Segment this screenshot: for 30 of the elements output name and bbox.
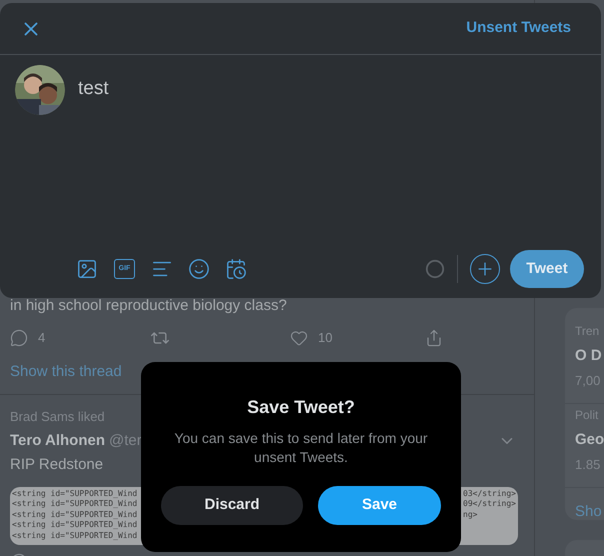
reply-count: 4 <box>38 329 46 348</box>
code-line: 09</string> <box>463 499 516 510</box>
reply-icon[interactable] <box>10 329 28 347</box>
trend-title: Geo <box>575 430 604 450</box>
dialog-title: Save Tweet? <box>247 396 355 419</box>
code-line: ng> <box>463 510 478 520</box>
tweet-text: RIP Redstone <box>10 455 104 475</box>
code-line: 03</string> <box>463 488 516 499</box>
add-tweet-button[interactable] <box>470 254 500 284</box>
unsent-tweets-link[interactable]: Unsent Tweets <box>466 17 571 40</box>
progress-ring-icon <box>425 259 445 279</box>
schedule-icon[interactable] <box>225 258 247 280</box>
tweet-button[interactable]: Tweet <box>510 250 584 288</box>
trend-title: O D <box>575 346 603 366</box>
tweet-input[interactable]: test <box>78 74 109 106</box>
code-line: <string id="SUPPORTED_Wind <box>12 530 138 541</box>
dialog-message: You can save this to send later from your unsent Tweets. <box>173 429 429 467</box>
code-line: <string id="SUPPORTED_Wind <box>12 488 138 499</box>
code-line: <string id="SUPPORTED_Wind <box>12 520 138 530</box>
tweet-text: in high school reproductive biology class? <box>10 296 288 316</box>
author-name: Tero Alhonen <box>10 430 105 450</box>
discard-button[interactable]: Discard <box>161 486 303 525</box>
image-icon[interactable] <box>76 258 98 280</box>
code-line: <string id="SUPPORTED_Wind <box>12 499 138 510</box>
emoji-icon[interactable] <box>188 258 210 280</box>
like-count: 10 <box>318 329 332 348</box>
share-icon[interactable] <box>425 329 443 347</box>
code-line: <string id="SUPPORTED_Wind <box>12 510 138 520</box>
save-button[interactable]: Save <box>318 486 441 525</box>
like-icon[interactable] <box>290 329 308 347</box>
